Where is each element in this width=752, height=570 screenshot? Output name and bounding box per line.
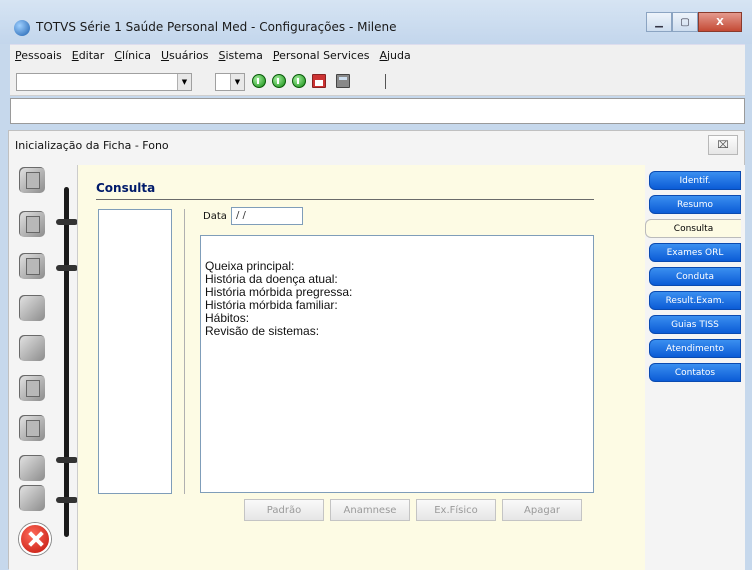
- consulta-history-list[interactable]: [98, 209, 172, 494]
- dialog-close-button[interactable]: ⌧: [708, 135, 738, 155]
- tab-exames-orl[interactable]: Exames ORL: [649, 243, 741, 262]
- calendar-icon[interactable]: [312, 74, 326, 88]
- close-button[interactable]: X: [698, 12, 742, 32]
- app-titlebar: TOTVS Série 1 Saúde Personal Med - Confi…: [0, 0, 752, 44]
- window-title: TOTVS Série 1 Saúde Personal Med - Confi…: [36, 20, 397, 34]
- book-icon[interactable]: [19, 211, 45, 237]
- exit-icon[interactable]: [19, 523, 51, 555]
- back-icon[interactable]: [272, 74, 286, 88]
- status-input-bar[interactable]: [10, 98, 745, 124]
- calculator-icon[interactable]: [336, 74, 350, 88]
- action-buttons: Padrão Anamnese Ex.Físico Apagar: [244, 499, 588, 521]
- menu-ajuda[interactable]: Ajuda: [374, 49, 415, 62]
- left-icon-rail: [9, 165, 79, 570]
- menu-bar: Pessoais Editar Clínica Usuários Sistema…: [10, 44, 745, 66]
- binder-ring: [56, 457, 78, 463]
- tools-icon[interactable]: [19, 485, 45, 511]
- gear-icon[interactable]: [19, 335, 45, 361]
- exame-fisico-button[interactable]: Ex.Físico: [416, 499, 496, 521]
- app-logo-icon: [14, 20, 30, 36]
- consulta-notes-textarea[interactable]: Queixa principal: História da doença atu…: [200, 235, 594, 493]
- tab-conduta[interactable]: Conduta: [649, 267, 741, 286]
- consulta-panel: Consulta Data / / Queixa principal: Hist…: [77, 165, 645, 570]
- notebook-icon[interactable]: [19, 167, 45, 193]
- disc-icon[interactable]: [19, 455, 45, 481]
- forward-icon[interactable]: [292, 74, 306, 88]
- tab-contatos[interactable]: Contatos: [649, 363, 741, 382]
- toolbar-separator: [385, 74, 386, 89]
- tab-identif[interactable]: Identif.: [649, 171, 741, 190]
- menu-sistema[interactable]: Sistema: [214, 49, 268, 62]
- chevron-down-icon[interactable]: ▼: [230, 74, 244, 90]
- notes-line: Revisão de sistemas:: [205, 324, 320, 338]
- menu-clinica[interactable]: Clínica: [109, 49, 156, 62]
- binder-ring: [56, 219, 78, 225]
- binder-ring: [56, 265, 78, 271]
- go-icon[interactable]: [252, 74, 266, 88]
- notes-line: História mórbida familiar:: [205, 298, 338, 312]
- dialog-title: Inicialização da Ficha - Fono: [15, 139, 169, 152]
- megaphone-icon[interactable]: [19, 295, 45, 321]
- tab-atendimento[interactable]: Atendimento: [649, 339, 741, 358]
- chevron-down-icon[interactable]: ▼: [177, 74, 191, 90]
- document-icon[interactable]: [19, 415, 45, 441]
- menu-personal-services[interactable]: Personal Services: [268, 49, 375, 62]
- clinic-select[interactable]: ▼: [16, 73, 192, 91]
- menu-pessoais[interactable]: Pessoais: [10, 49, 67, 62]
- folder-icon[interactable]: [19, 375, 45, 401]
- apagar-button[interactable]: Apagar: [502, 499, 582, 521]
- section-title: Consulta: [96, 181, 156, 195]
- tab-rail: Identif. Resumo Consulta Exames ORL Cond…: [645, 165, 745, 570]
- window-controls: ▁ ▢ X: [646, 12, 742, 34]
- binder-ring: [56, 497, 78, 503]
- secondary-select[interactable]: ▼: [215, 73, 245, 91]
- date-field[interactable]: / /: [231, 207, 303, 225]
- tab-guias-tiss[interactable]: Guias TISS: [649, 315, 741, 334]
- building-icon[interactable]: [19, 253, 45, 279]
- maximize-button[interactable]: ▢: [672, 12, 698, 32]
- date-label: Data: [203, 211, 227, 222]
- padrao-button[interactable]: Padrão: [244, 499, 324, 521]
- toolbar: ▼ ▼: [10, 66, 745, 96]
- tab-resumo[interactable]: Resumo: [649, 195, 741, 214]
- menu-editar[interactable]: Editar: [67, 49, 110, 62]
- tab-result-exam[interactable]: Result.Exam.: [649, 291, 741, 310]
- ficha-dialog: Inicialização da Ficha - Fono ⌧ Consulta…: [8, 130, 745, 570]
- tab-consulta[interactable]: Consulta: [645, 219, 741, 238]
- menu-usuarios[interactable]: Usuários: [156, 49, 214, 62]
- binder-spine: [64, 187, 69, 537]
- anamnese-button[interactable]: Anamnese: [330, 499, 410, 521]
- section-divider: [96, 199, 594, 200]
- minimize-button[interactable]: ▁: [646, 12, 672, 32]
- vertical-divider: [184, 209, 185, 494]
